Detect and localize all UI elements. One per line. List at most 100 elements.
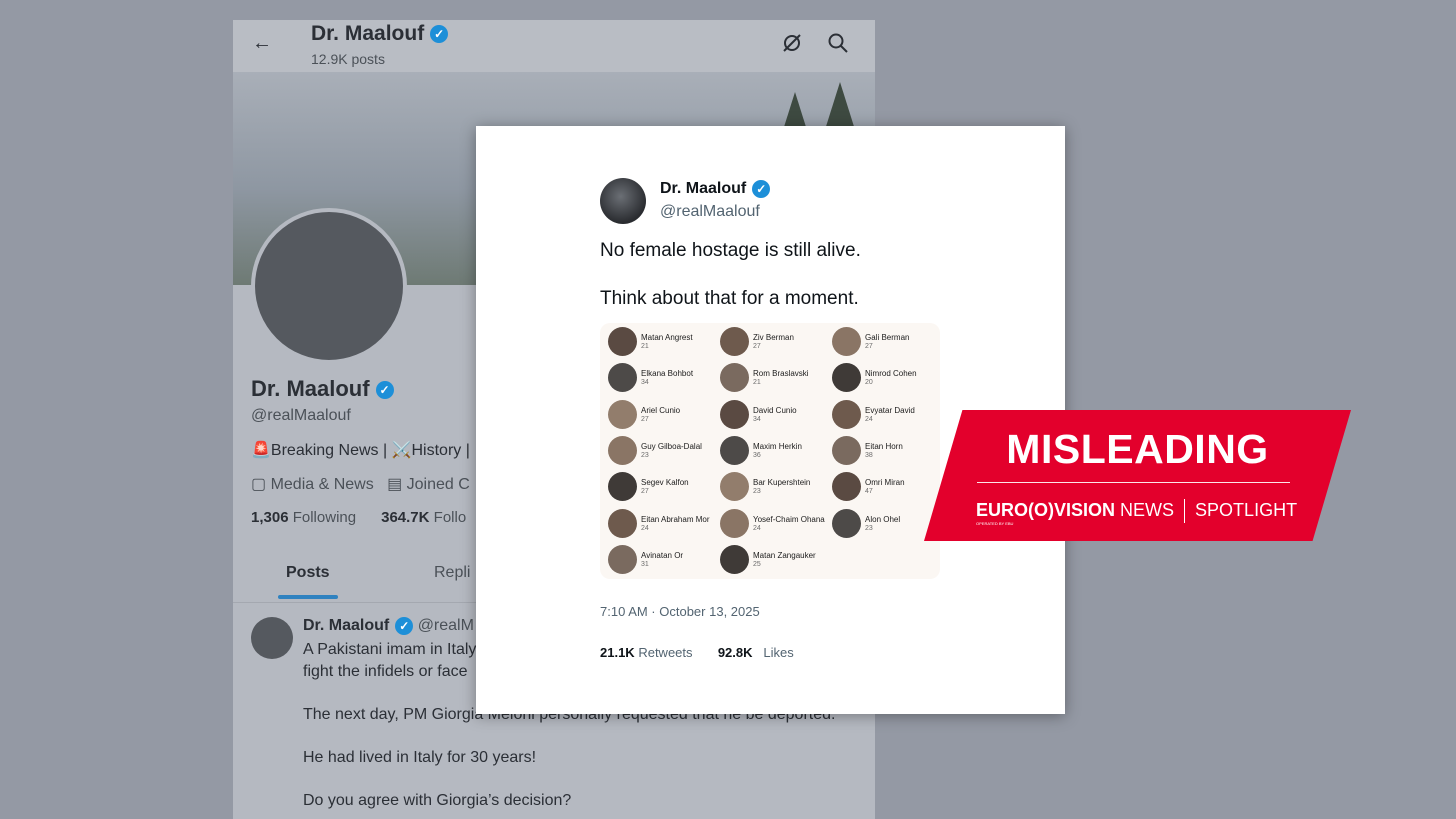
hostage-entry: Omri Miran 47: [828, 470, 940, 502]
hostage-entry: Eitan Abraham Mor 24: [604, 507, 716, 539]
hostage-photo: [608, 509, 637, 538]
hostage-age: 23: [641, 452, 649, 459]
profile-header: ← Dr. Maalouf ✓ 12.9K posts: [233, 20, 875, 72]
hostage-photo: [832, 436, 861, 465]
hostage-entry: Yosef-Chaim Ohana 24: [716, 507, 828, 539]
hostage-entry: Ariel Cunio 27: [604, 398, 716, 430]
tab-replies[interactable]: Repli: [434, 564, 470, 582]
hostage-name: Gali Berman: [865, 333, 910, 342]
hostage-age: 23: [865, 525, 873, 532]
verified-badge-icon: ✓: [375, 381, 394, 400]
hostage-age: 24: [865, 416, 873, 423]
hostage-age: 36: [753, 452, 761, 459]
hostage-name: Avinatan Or: [641, 551, 684, 560]
hostage-entry: Ziv Berman 27: [716, 325, 828, 357]
tweet-avatar[interactable]: [600, 178, 646, 224]
post-text-line: Do you agree with Giorgia’s decision?: [303, 792, 572, 809]
hostage-entry: Matan Zangauker 25: [716, 543, 828, 575]
misleading-label: MISLEADING EURO(O)VISION NEWS SPOTLIGHT O…: [924, 410, 1351, 541]
hostage-entry: Gali Berman 27: [828, 325, 940, 357]
hostage-entry: Eitan Horn 38: [828, 434, 940, 466]
hostage-entry: Guy Gilboa-Dalal 23: [604, 434, 716, 466]
hostage-age: 34: [641, 379, 649, 386]
hostage-age: 21: [641, 343, 649, 350]
hostage-photo: [832, 509, 861, 538]
hostage-age: 34: [753, 416, 761, 423]
hostage-name: Yosef-Chaim Ohana: [753, 515, 825, 524]
hostage-entry: David Cunio 34: [716, 398, 828, 430]
follow-counts: 1,306 Following 364.7K Follo: [251, 509, 467, 526]
tweet-image-hostage-grid[interactable]: Matan Angrest 21 Ziv Berman 27 Gali Berman 27…: [600, 323, 940, 579]
tweet-text-line: Think about that for a moment.: [600, 288, 859, 309]
hostage-photo: [608, 436, 637, 465]
hostage-entry: Rom Braslavski 21: [716, 361, 828, 393]
label-title: MISLEADING: [1006, 426, 1269, 472]
hostage-photo: [608, 472, 637, 501]
hostage-photo: [720, 472, 749, 501]
hostage-name: Alon Ohel: [865, 515, 901, 524]
hostage-entry: Matan Angrest 21: [604, 325, 716, 357]
hostage-photo: [720, 400, 749, 429]
tweet-text-line: No female hostage is still alive.: [600, 240, 861, 261]
label-separator: [1184, 499, 1186, 523]
no-notifications-icon[interactable]: [781, 32, 803, 54]
hostage-photo: [720, 327, 749, 356]
hostage-name: Elkana Bohbot: [641, 369, 694, 378]
hostage-age: 20: [865, 379, 873, 386]
hostage-entry: Maxim Herkin 36: [716, 434, 828, 466]
hostage-entry: Bar Kupershtein 23: [716, 470, 828, 502]
hostage-entry: Segev Kalfon 27: [604, 470, 716, 502]
hostage-photo: [832, 400, 861, 429]
hostage-photo: [608, 363, 637, 392]
hostage-age: 27: [641, 488, 649, 495]
hostage-name: Eitan Horn: [865, 442, 903, 451]
hostage-age: 27: [753, 343, 761, 350]
tweet-stats: 21.1K Retweets 92.8K Likes: [600, 645, 794, 660]
hostage-age: 38: [865, 452, 873, 459]
profile-handle: @realMaalouf: [251, 407, 351, 424]
hostage-photo: [608, 545, 637, 574]
hostage-name: Ariel Cunio: [641, 406, 681, 415]
post-text-line: fight the infidels or face: [303, 663, 468, 680]
hostage-age: 21: [753, 379, 761, 386]
profile-avatar[interactable]: [251, 208, 407, 364]
hostage-name: Bar Kupershtein: [753, 478, 811, 487]
hostage-entry: Avinatan Or 31: [604, 543, 716, 575]
hostage-age: 25: [753, 561, 761, 568]
tweet-author-name: Dr. Maalouf ✓: [660, 180, 771, 198]
hostage-name: David Cunio: [753, 406, 797, 415]
verified-badge-icon: ✓: [430, 25, 449, 44]
profile-meta: ▢ Media & News ▤ Joined C: [251, 476, 470, 493]
hostage-name: Eitan Abraham Mor: [641, 515, 710, 524]
hostage-photo: [832, 472, 861, 501]
search-icon[interactable]: [827, 32, 849, 54]
hostage-name: Segev Kalfon: [641, 478, 689, 487]
hostage-photo: [720, 545, 749, 574]
hostage-photo: [608, 327, 637, 356]
hostage-entry: Elkana Bohbot 34: [604, 361, 716, 393]
hostage-name: Matan Angrest: [641, 333, 693, 342]
label-divider: [977, 482, 1290, 483]
tweet-author-handle[interactable]: @realMaalouf: [660, 203, 760, 221]
hostage-name: Ziv Berman: [753, 333, 794, 342]
hostage-photo: [720, 363, 749, 392]
hostage-age: 24: [753, 525, 761, 532]
post-text-line: He had lived in Italy for 30 years!: [303, 749, 537, 766]
verified-badge-icon: ✓: [395, 617, 414, 635]
hostage-photo: [832, 327, 861, 356]
hostage-name: Matan Zangauker: [753, 551, 816, 560]
post-avatar[interactable]: [251, 617, 293, 659]
tweet-timestamp[interactable]: 7:10 AM · October 13, 2025: [600, 604, 760, 619]
back-arrow-icon[interactable]: ←: [251, 32, 273, 54]
hostage-name: Guy Gilboa-Dalal: [641, 442, 702, 451]
hostage-age: 24: [641, 525, 649, 532]
hostage-entry: Alon Ohel 23: [828, 507, 940, 539]
hostage-name: Rom Braslavski: [753, 369, 809, 378]
profile-name: Dr. Maalouf ✓: [251, 376, 394, 402]
hostage-name: Omri Miran: [865, 478, 905, 487]
euronews-logo: EURO(O)VISION NEWS SPOTLIGHT: [976, 499, 1297, 523]
tab-posts[interactable]: Posts: [286, 564, 330, 582]
hostage-age: 23: [753, 488, 761, 495]
hostage-name: Maxim Herkin: [753, 442, 802, 451]
post-text-line: A Pakistani imam in Italy: [303, 641, 477, 658]
